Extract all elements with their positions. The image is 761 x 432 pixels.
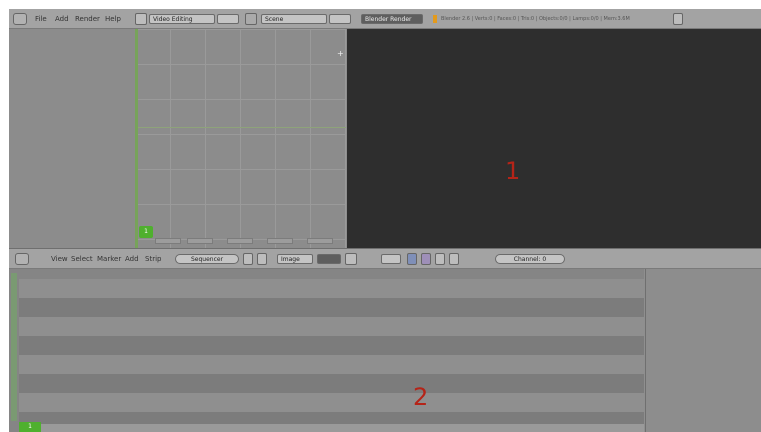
zoom-icon[interactable] — [345, 253, 357, 265]
menu-file[interactable]: File — [33, 14, 49, 24]
info-header: File Add Render Help Video Editing Scene… — [9, 9, 761, 29]
channel-row — [19, 355, 644, 374]
graph-grid — [135, 29, 346, 248]
area-split-handle[interactable]: + — [337, 50, 344, 58]
scroll-segment[interactable] — [227, 238, 253, 244]
editor-type-icon[interactable] — [15, 253, 29, 265]
view-type-dropdown[interactable]: Sequencer — [175, 254, 239, 264]
scroll-segment[interactable] — [187, 238, 213, 244]
channel-row — [19, 393, 644, 412]
editor-type-icon[interactable] — [13, 13, 27, 25]
channel-field[interactable]: Channel: 0 — [495, 254, 565, 264]
sequencer-header: View Select Marker Add Strip Sequencer I… — [9, 248, 761, 269]
menu-add[interactable]: Add — [123, 254, 141, 264]
graph-editor[interactable]: 1 + — [9, 29, 346, 248]
scroll-segment[interactable] — [155, 238, 181, 244]
menu-help[interactable]: Help — [103, 14, 123, 24]
scene-buttons[interactable] — [329, 14, 351, 24]
frame-ruler[interactable] — [19, 424, 644, 432]
screen-layout-icon[interactable] — [135, 13, 147, 25]
channel-row — [19, 374, 644, 393]
stats-text: Blender 2.6 | Verts:0 | Faces:0 | Tris:0… — [441, 16, 630, 22]
overlay-icon[interactable] — [435, 253, 445, 265]
blender-window: File Add Render Help Video Editing Scene… — [9, 9, 761, 432]
alpha-channel-icon[interactable] — [421, 253, 431, 265]
channel-row — [19, 336, 644, 355]
view-toggle-icon[interactable] — [257, 253, 267, 265]
channel-row — [19, 279, 644, 298]
graph-horizontal-line — [135, 127, 346, 128]
sequencer-timeline[interactable]: 1 2 — [9, 269, 644, 432]
current-frame-indicator[interactable]: 1 — [19, 422, 41, 432]
annotation-number-1: 1 — [505, 157, 521, 185]
screen-layout-field[interactable]: Video Editing — [149, 14, 215, 24]
menu-strip[interactable]: Strip — [143, 254, 163, 264]
rgb-channel-icon[interactable] — [407, 253, 417, 265]
blender-logo-icon — [433, 15, 437, 23]
refresh-icon[interactable] — [243, 253, 253, 265]
screen-layout-buttons[interactable] — [217, 14, 239, 24]
menu-add[interactable]: Add — [53, 14, 71, 24]
scene-icon — [245, 13, 257, 25]
proxy-button[interactable] — [381, 254, 401, 264]
channel-numbers-strip — [11, 273, 17, 421]
current-frame-indicator[interactable]: 1 — [139, 226, 153, 238]
menu-render[interactable]: Render — [73, 14, 102, 24]
channel-row — [19, 298, 644, 317]
channel-row — [19, 412, 644, 424]
scroll-segment[interactable] — [307, 238, 333, 244]
scroll-segment[interactable] — [267, 238, 293, 244]
scene-field[interactable]: Scene — [261, 14, 327, 24]
current-frame-line[interactable] — [135, 29, 138, 248]
display-channel-button[interactable] — [317, 254, 341, 264]
menu-marker[interactable]: Marker — [95, 254, 123, 264]
sequencer-preview[interactable]: 1 — [347, 29, 761, 248]
safe-margin-icon[interactable] — [449, 253, 459, 265]
scene-menu-icon[interactable] — [673, 13, 683, 25]
properties-side-panel[interactable] — [645, 269, 761, 432]
menu-select[interactable]: Select — [69, 254, 95, 264]
channel-row — [19, 317, 644, 336]
annotation-number-2: 2 — [413, 383, 429, 411]
menu-view[interactable]: View — [49, 254, 70, 264]
display-mode-dropdown[interactable]: Image — [277, 254, 313, 264]
render-engine-dropdown[interactable]: Blender Render — [361, 14, 423, 24]
